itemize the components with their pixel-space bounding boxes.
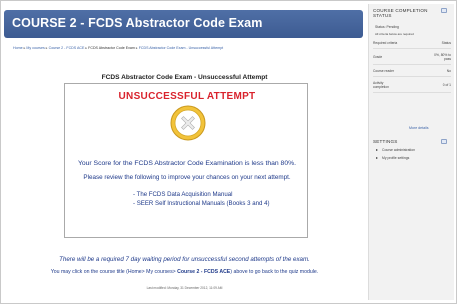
- block-collapse-button[interactable]: [441, 139, 447, 144]
- main-content: COURSE 2 - FCDS Abstractor Code Exam Hom…: [4, 4, 365, 298]
- criteria-row-reader: Course reader No: [373, 67, 451, 77]
- criteria-label: Activity completion: [373, 81, 389, 89]
- criteria-value: 0 of 1: [442, 83, 451, 87]
- completion-block-title: COURSE COMPLETION STATUS: [373, 8, 428, 19]
- unsuccessful-heading: UNSUCCESSFUL ATTEMPT: [118, 91, 256, 102]
- breadcrumb-separator: ▸: [85, 46, 88, 50]
- last-modified: Last modified: Monday, 31 December 2012,…: [146, 286, 223, 290]
- review-message: Please review the following to improve y…: [83, 174, 291, 181]
- criteria-note: All criteria below are required: [375, 32, 414, 36]
- waiting-period-notice: There will be a required 7 day waiting p…: [59, 256, 310, 263]
- settings-item-course-administration[interactable]: Course administration: [382, 148, 415, 152]
- criteria-row-grade: Grade 0%, 80% to pass: [373, 51, 451, 65]
- criteria-value: 0%, 80% to pass: [434, 53, 451, 61]
- block-collapse-button[interactable]: [441, 8, 447, 13]
- criteria-label: Course reader: [373, 69, 395, 73]
- navigation-hint: You may click on the course title (Home>…: [4, 269, 365, 275]
- triangle-right-icon: ▸: [376, 147, 379, 152]
- required-criteria-label: Required criteria: [373, 41, 398, 45]
- course-header: COURSE 2 - FCDS Abstractor Code Exam: [4, 10, 363, 38]
- settings-block-title: SETTINGS: [373, 139, 398, 144]
- breadcrumb-current-page[interactable]: FCDS Abstractor Code Exam - Unsuccessful…: [139, 46, 223, 50]
- course-title: COURSE 2 - FCDS Abstractor Code Exam: [12, 16, 263, 30]
- criteria-value: No: [446, 69, 451, 73]
- breadcrumb: Home ▸ My courses ▸ Course 2 - FCDS ACE …: [13, 46, 223, 50]
- breadcrumb-separator: ▸: [45, 46, 48, 50]
- more-details-link[interactable]: More details: [409, 126, 429, 130]
- breadcrumb-quiz: FCDS Abstractor Code Exam: [88, 46, 135, 50]
- breadcrumb-course[interactable]: Course 2 - FCDS ACE: [49, 46, 85, 50]
- page-title: FCDS Abstractor Code Exam - Unsuccessful…: [101, 74, 268, 81]
- criteria-label: Grade: [373, 55, 383, 59]
- manual-item: - The FCDS Data Acquisition Manual: [133, 191, 233, 198]
- result-box: UNSUCCESSFUL ATTEMPT Your Score for the …: [64, 83, 308, 238]
- fail-x-icon: [170, 105, 206, 141]
- breadcrumb-home[interactable]: Home: [13, 46, 23, 50]
- settings-item-my-profile[interactable]: My profile settings: [382, 156, 409, 160]
- breadcrumb-my-courses[interactable]: My courses: [26, 46, 44, 50]
- required-criteria-header: Required criteria Status: [373, 39, 451, 49]
- triangle-right-icon: ▸: [376, 155, 379, 160]
- manual-item: - SEER Self Instructional Manuals (Books…: [133, 200, 270, 207]
- course-link[interactable]: Course 2 - FCDS ACE: [177, 269, 230, 275]
- navigation-hint-suffix: ) above to go back to the quiz module.: [230, 269, 319, 275]
- required-criteria-status: Status: [441, 41, 451, 45]
- criteria-row-activity: Activity completion 0 of 1: [373, 79, 451, 93]
- navigation-hint-prefix: You may click on the course title (Home>…: [50, 269, 178, 275]
- score-message: Your Score for the FCDS Abstractor Code …: [77, 160, 297, 167]
- breadcrumb-separator: ▸: [135, 46, 138, 50]
- completion-title-line2: STATUS: [373, 13, 392, 19]
- sidebar: COURSE COMPLETION STATUS Status: Pending…: [368, 4, 454, 300]
- completion-status: Status: Pending: [375, 25, 399, 29]
